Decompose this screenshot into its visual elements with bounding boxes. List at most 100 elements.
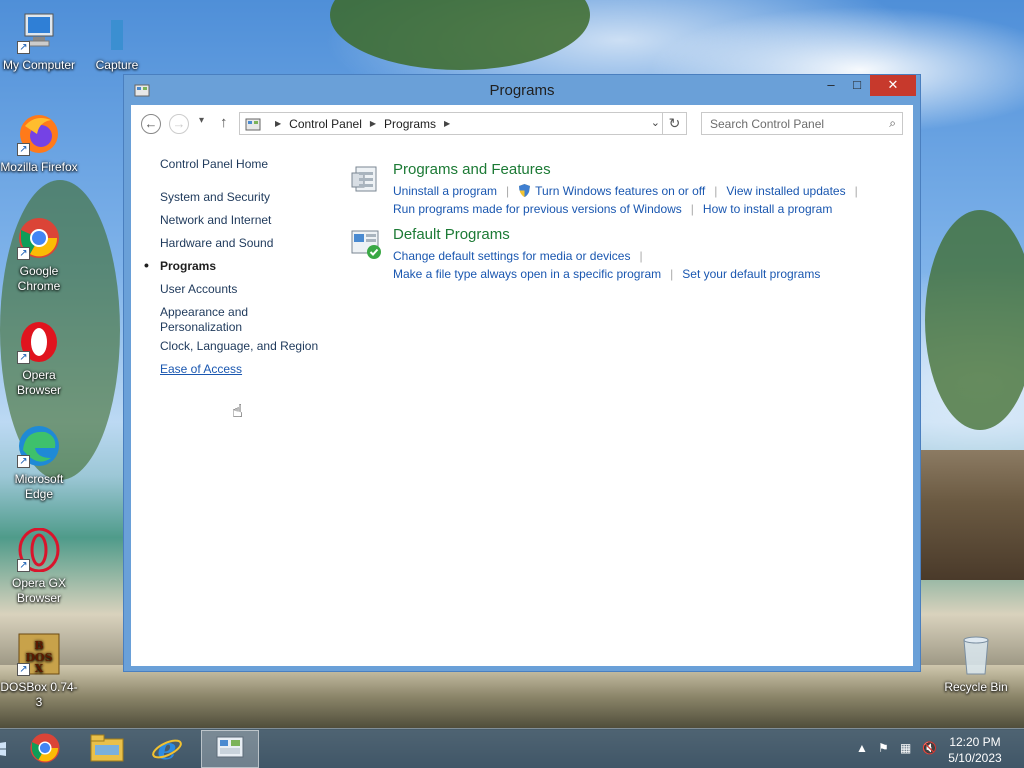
beach-ground <box>0 665 1024 730</box>
clock-date: 5/10/2023 <box>948 751 1002 765</box>
nav-user-accounts[interactable]: User Accounts <box>160 282 330 297</box>
default-programs-icon <box>350 228 382 260</box>
search-placeholder: Search Control Panel <box>710 117 825 131</box>
file-explorer-icon <box>90 733 124 766</box>
window-content: ← → ▾ ↑ ▶ Control Panel ▶ Programs ▶ ⌄ ↻… <box>131 105 913 666</box>
recycle-bin-icon <box>954 632 998 676</box>
nav-programs[interactable]: Programs <box>144 258 330 274</box>
view-installed-updates-link[interactable]: View installed updates <box>726 184 845 198</box>
breadcrumb-separator-icon: ▶ <box>369 119 377 128</box>
link-divider: | <box>690 202 694 216</box>
maximize-button[interactable]: □ <box>844 75 870 96</box>
desktop-icon-label: Capture <box>95 58 139 72</box>
breadcrumb-control-panel[interactable]: Control Panel <box>289 117 362 131</box>
shortcut-arrow-icon: ↗ <box>17 559 30 572</box>
palm-foliage <box>330 0 590 70</box>
close-button[interactable]: ✕ <box>870 75 916 96</box>
desktop-icon-label: DOSBox 0.74-3 <box>0 680 78 709</box>
back-arrow-icon: ← <box>144 116 158 131</box>
refresh-icon: ↻ <box>668 115 681 131</box>
how-to-install-link[interactable]: How to install a program <box>703 202 832 216</box>
default-programs-links: Change default settings for media or dev… <box>393 247 953 283</box>
desktop-icon-label: Recycle Bin <box>944 680 1008 694</box>
link-divider: | <box>506 184 510 198</box>
taskbar-file-explorer-button[interactable] <box>78 730 136 768</box>
link-divider: | <box>639 249 643 263</box>
breadcrumb-programs[interactable]: Programs <box>384 117 436 131</box>
programs-and-features-heading[interactable]: Programs and Features <box>393 161 551 178</box>
taskbar-chrome-button[interactable] <box>16 730 74 768</box>
uac-shield-icon <box>518 184 531 197</box>
opera-gx-icon: ↗ <box>17 527 61 573</box>
desktop-icon-recycle-bin[interactable]: Recycle Bin <box>936 632 1016 695</box>
file-icon <box>95 10 139 54</box>
breadcrumb-separator-icon: ▶ <box>275 119 282 128</box>
desktop-icon-capture[interactable]: Capture <box>78 10 156 73</box>
nav-system-and-security[interactable]: System and Security <box>160 190 330 205</box>
link-divider: | <box>670 267 674 281</box>
nav-control-panel-home[interactable]: Control Panel Home <box>160 157 330 172</box>
uninstall-program-link[interactable]: Uninstall a program <box>393 184 497 198</box>
link-divider: | <box>854 184 858 198</box>
desktop-icon-firefox[interactable]: ↗ Mozilla Firefox <box>0 112 78 175</box>
svg-text:e: e <box>157 732 176 764</box>
address-bar[interactable]: ▶ Control Panel ▶ Programs ▶ ⌄ <box>239 112 663 135</box>
up-button[interactable]: ↑ <box>220 114 228 131</box>
desktop-icon-label: Mozilla Firefox <box>0 160 78 174</box>
navigation-bar: ← → ▾ ↑ ▶ Control Panel ▶ Programs ▶ ⌄ ↻… <box>131 105 913 143</box>
desktop-icon-opera-gx[interactable]: ↗ Opera GX Browser <box>0 527 78 606</box>
network-icon[interactable]: ▦ <box>900 741 911 755</box>
firefox-icon: ↗ <box>17 112 61 156</box>
search-input[interactable]: Search Control Panel ⌕ <box>701 112 903 135</box>
shortcut-arrow-icon: ↗ <box>17 663 30 676</box>
desktop-icon-chrome[interactable]: ↗ Google Chrome <box>0 216 78 294</box>
nav-hardware-and-sound[interactable]: Hardware and Sound <box>160 236 330 251</box>
default-programs-heading[interactable]: Default Programs <box>393 226 510 243</box>
nav-appearance-and-personalization[interactable]: Appearance and Personalization <box>160 305 270 335</box>
opera-icon: ↗ <box>17 320 61 364</box>
hand-cursor-icon: ☝ <box>232 401 243 421</box>
desktop-icon-label: Google Chrome <box>17 264 61 293</box>
show-hidden-icons-chevron-icon[interactable]: ▲ <box>856 741 868 755</box>
nav-network-and-internet[interactable]: Network and Internet <box>160 213 330 228</box>
title-bar[interactable]: Programs – □ ✕ <box>124 75 920 105</box>
link-divider: | <box>714 184 718 198</box>
taskbar-control-panel-button[interactable] <box>201 730 259 768</box>
clock-time: 12:20 PM <box>949 735 1001 749</box>
shortcut-arrow-icon: ↗ <box>17 143 30 156</box>
taskbar: e ▲ ⚑ ▦ 🔇 12:20 PM 5/10/2023 <box>0 728 1024 768</box>
taskbar-internet-explorer-button[interactable]: e <box>138 730 196 768</box>
clock[interactable]: 12:20 PM 5/10/2023 <box>945 734 1005 766</box>
desktop-icon-dosbox[interactable]: B DOS X ↗ DOSBox 0.74-3 <box>0 632 78 710</box>
chevron-down-icon[interactable]: ⌄ <box>651 116 660 129</box>
shortcut-arrow-icon: ↗ <box>17 41 30 54</box>
action-center-flag-icon[interactable]: ⚑ <box>878 741 889 755</box>
turn-windows-features-link[interactable]: Turn Windows features on or off <box>535 184 705 198</box>
breadcrumb-separator-icon: ▶ <box>444 119 451 128</box>
set-default-programs-link[interactable]: Set your default programs <box>682 267 820 281</box>
control-panel-icon <box>215 734 245 765</box>
start-button[interactable] <box>0 730 10 768</box>
file-type-association-link[interactable]: Make a file type always open in a specif… <box>393 267 661 281</box>
recent-locations-dropdown[interactable]: ▾ <box>199 115 204 126</box>
shortcut-arrow-icon: ↗ <box>17 247 30 260</box>
nav-ease-of-access[interactable]: Ease of Access <box>160 362 330 377</box>
search-icon[interactable]: ⌕ <box>889 116 896 131</box>
change-default-media-settings-link[interactable]: Change default settings for media or dev… <box>393 249 630 263</box>
forward-button[interactable]: → <box>169 114 189 134</box>
run-older-programs-link[interactable]: Run programs made for previous versions … <box>393 202 682 216</box>
left-navigation: Control Panel Home System and Security N… <box>144 157 330 385</box>
desktop-icon-label: Opera Browser <box>16 368 61 397</box>
desktop-icon-label: Microsoft Edge <box>14 472 64 501</box>
programs-window: Programs – □ ✕ ← → ▾ ↑ ▶ Control Panel ▶… <box>123 74 921 672</box>
refresh-button[interactable]: ↻ <box>663 112 687 135</box>
nav-clock-language-region[interactable]: Clock, Language, and Region <box>160 339 330 354</box>
programs-features-icon <box>350 163 382 195</box>
desktop-icon-edge[interactable]: ↗ Microsoft Edge <box>0 424 78 502</box>
beach-hut <box>920 450 1024 580</box>
desktop-icon-my-computer[interactable]: ↗ My Computer <box>0 10 78 73</box>
volume-muted-icon[interactable]: 🔇 <box>922 741 937 755</box>
desktop-icon-opera[interactable]: ↗ Opera Browser <box>0 320 78 398</box>
back-button[interactable]: ← <box>141 114 161 134</box>
minimize-button[interactable]: – <box>818 75 844 96</box>
